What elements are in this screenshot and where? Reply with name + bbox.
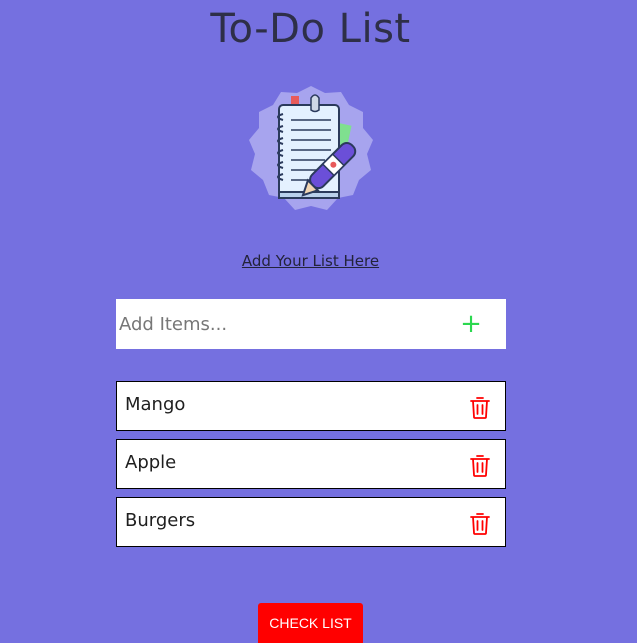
list-item: Mango xyxy=(116,381,506,431)
add-item-button[interactable]: + xyxy=(458,309,484,339)
trash-icon[interactable] xyxy=(470,455,490,477)
list-item-label: Burgers xyxy=(125,510,196,531)
notebook-with-pen-icon xyxy=(249,86,373,210)
page-title: To-Do List xyxy=(210,6,411,52)
list-item: Burgers xyxy=(116,497,506,547)
add-item-input[interactable] xyxy=(116,299,436,349)
add-item-bar: + xyxy=(116,299,506,349)
list-item-label: Apple xyxy=(125,452,177,473)
list-item-label: Mango xyxy=(125,394,186,415)
trash-icon[interactable] xyxy=(470,397,490,419)
check-list-button[interactable]: CHECK LIST xyxy=(258,603,363,643)
list-item: Apple xyxy=(116,439,506,489)
trash-icon[interactable] xyxy=(470,513,490,535)
add-list-link[interactable]: Add Your List Here xyxy=(0,252,621,270)
